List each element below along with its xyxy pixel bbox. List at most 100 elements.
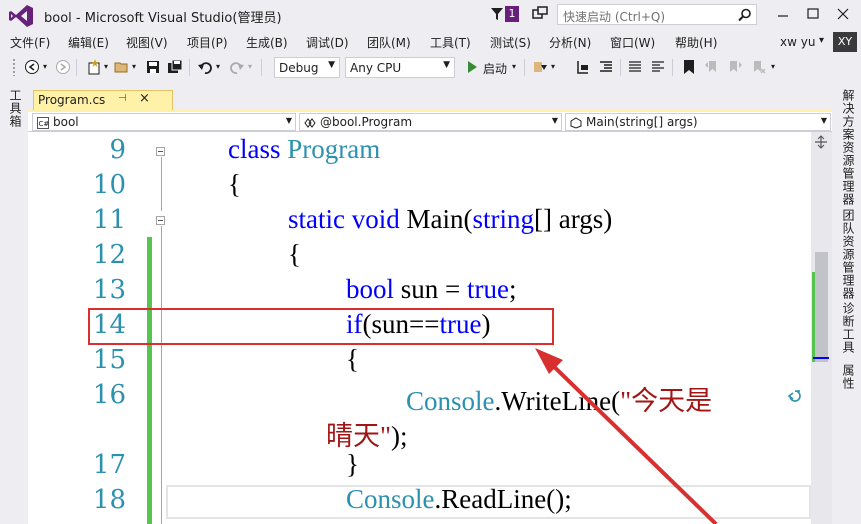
annotation-highlight-box — [88, 308, 554, 345]
split-window-icon[interactable] — [814, 135, 828, 149]
navigation-bar: C# bool ▼ @bool.Program ▼ Main(string[] ar… — [28, 112, 832, 132]
menu-help[interactable]: 帮助(H) — [675, 34, 717, 51]
menu-tools[interactable]: 工具(T) — [430, 34, 471, 51]
menu-build[interactable]: 生成(B) — [246, 34, 288, 51]
standard-toolbar: ▾ ▾ ▾ ▾ ▾ Debug ▼ Any CPU ▼ 启动 ▾ ▾ ▾ — [0, 53, 861, 81]
code-text: { — [288, 239, 301, 269]
quick-launch-placeholder: 快速启动 (Ctrl+Q) — [563, 10, 666, 24]
notification-badge[interactable]: 1 — [505, 6, 519, 22]
left-tool-rail: 工具箱 — [0, 81, 28, 524]
code-line-16-wrapped: 晴天"); — [28, 414, 811, 451]
feedback-icon[interactable] — [532, 6, 548, 22]
menu-team[interactable]: 团队(M) — [367, 34, 411, 51]
solution-explorer-tab[interactable]: 解决方案资源管理器 — [840, 89, 857, 206]
menu-debug[interactable]: 调试(D) — [306, 34, 349, 51]
toolbar-separator — [189, 59, 190, 76]
menu-project[interactable]: 项目(P) — [187, 34, 228, 51]
title-bar: bool - Microsoft Visual Studio(管理员) 1 快速… — [0, 0, 861, 31]
method-icon — [570, 117, 582, 129]
toolbar-overflow-icon[interactable]: ▾ — [771, 62, 775, 71]
csharp-project-icon: C# — [37, 117, 49, 129]
close-window-icon[interactable] — [832, 4, 854, 24]
toolbar-grip[interactable] — [12, 58, 16, 76]
word-wrap-icon — [787, 390, 801, 402]
diagnostic-tools-tab[interactable]: 诊断工具 — [840, 302, 857, 354]
outdent-icon[interactable] — [598, 59, 614, 75]
start-dropdown-icon[interactable]: ▾ — [512, 62, 516, 71]
navigate-forward-icon[interactable] — [55, 59, 71, 75]
user-name[interactable]: xw yu — [780, 35, 815, 49]
code-text: Console.WriteLine("今天是 — [406, 386, 713, 416]
code-line-12: 12 { — [28, 239, 811, 274]
toolbar-separator — [76, 59, 77, 76]
menu-file[interactable]: 文件(F) — [10, 34, 50, 51]
next-bookmark-icon[interactable] — [727, 59, 743, 75]
vertical-scrollbar[interactable] — [811, 132, 832, 524]
line-number: 17 — [92, 450, 126, 480]
undo-icon[interactable] — [197, 59, 213, 75]
avatar[interactable]: XY — [833, 32, 857, 52]
redo-icon[interactable] — [229, 59, 245, 75]
back-dropdown-icon[interactable]: ▾ — [43, 62, 47, 71]
configuration-value: Debug — [279, 61, 319, 75]
save-all-icon[interactable] — [167, 59, 183, 75]
uncomment-lines-icon[interactable] — [650, 59, 666, 75]
scrollbar-thumb[interactable] — [815, 252, 828, 362]
line-number: 16 — [92, 380, 126, 410]
class-name: @bool.Program — [320, 115, 413, 129]
code-line-17: 17 } — [28, 449, 811, 484]
code-editor[interactable]: 9 class Program 10 { 11 static void Main… — [28, 132, 811, 524]
undo-dropdown-icon[interactable]: ▾ — [216, 62, 220, 71]
member-dropdown[interactable]: Main(string[] args) ▼ — [565, 113, 831, 131]
maximize-icon[interactable] — [802, 4, 824, 24]
bookmark-icon[interactable] — [681, 59, 697, 75]
toolbox-tab[interactable]: 工具箱 — [7, 89, 24, 128]
code-text: Console.ReadLine(); — [346, 484, 572, 514]
class-dropdown[interactable]: @bool.Program ▼ — [299, 113, 562, 131]
save-icon[interactable] — [145, 59, 161, 75]
open-file-icon[interactable] — [114, 59, 130, 75]
platform-dropdown[interactable]: Any CPU ▼ — [345, 57, 455, 78]
menu-analyze[interactable]: 分析(N) — [549, 34, 591, 51]
svg-text:C#: C# — [39, 120, 50, 128]
navigate-back-icon[interactable] — [24, 59, 40, 75]
quick-launch-input[interactable]: 快速启动 (Ctrl+Q) — [557, 4, 757, 25]
toolbar-separator — [620, 59, 621, 76]
configuration-dropdown[interactable]: Debug ▼ — [274, 57, 340, 78]
menu-window[interactable]: 窗口(W) — [610, 34, 655, 51]
code-line-18: 18 Console.ReadLine(); — [28, 484, 811, 519]
new-project-icon[interactable] — [86, 59, 102, 75]
properties-tab[interactable]: 属性 — [840, 364, 857, 390]
code-text: { — [228, 169, 241, 199]
code-line-9: 9 class Program — [28, 134, 811, 169]
clear-bookmarks-icon[interactable] — [750, 59, 766, 75]
tab-program-cs[interactable]: Program.cs ⊣ × — [33, 90, 173, 111]
team-explorer-tab[interactable]: 团队资源管理器 — [840, 209, 857, 300]
browser-link-icon[interactable] — [532, 59, 548, 75]
open-dropdown-icon[interactable]: ▾ — [132, 62, 136, 71]
menu-edit[interactable]: 编辑(E) — [68, 34, 109, 51]
chevron-down-icon: ▼ — [820, 116, 827, 125]
filter-icon[interactable] — [490, 7, 504, 21]
code-line-11: 11 static void Main(string[] args) — [28, 204, 811, 239]
minimize-icon[interactable] — [772, 4, 794, 24]
menu-test[interactable]: 测试(S) — [490, 34, 531, 51]
close-tab-icon[interactable]: × — [139, 91, 150, 106]
user-dropdown-icon[interactable]: ▾ — [819, 35, 824, 46]
project-dropdown[interactable]: C# bool ▼ — [32, 113, 296, 131]
comment-lines-icon[interactable] — [627, 59, 643, 75]
pin-icon[interactable]: ⊣ — [118, 93, 127, 104]
code-line-13: 13 bool sun = true; — [28, 274, 811, 309]
browser-link-dropdown-icon[interactable]: ▾ — [551, 62, 555, 71]
previous-bookmark-icon[interactable] — [704, 59, 720, 75]
visual-studio-logo-icon — [9, 5, 33, 27]
scroll-caret-marker — [813, 357, 829, 359]
step-icon[interactable] — [575, 59, 591, 75]
document-tab-strip: Program.cs ⊣ × — [28, 87, 832, 111]
toolbar-separator — [672, 59, 673, 76]
code-text: bool sun = true; — [346, 274, 517, 304]
redo-dropdown-icon[interactable]: ▾ — [248, 62, 252, 71]
tab-label: Program.cs — [38, 93, 106, 107]
menu-view[interactable]: 视图(V) — [126, 34, 168, 51]
new-dropdown-icon[interactable]: ▾ — [104, 62, 108, 71]
